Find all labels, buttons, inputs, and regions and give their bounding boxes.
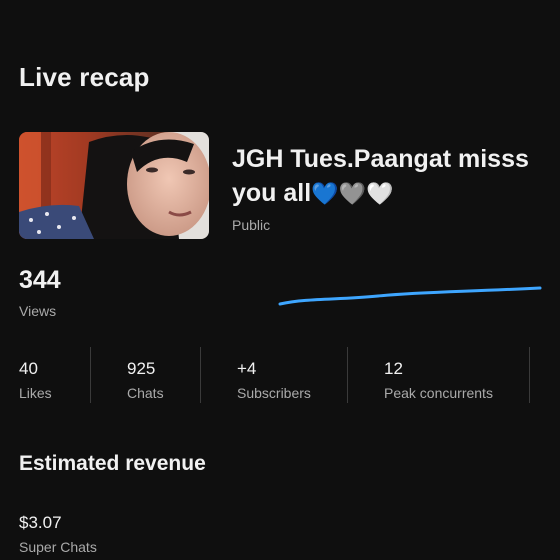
chats-value: 925 (127, 359, 156, 378)
stat-divider (90, 347, 91, 403)
stat-divider (200, 347, 201, 403)
stream-title: JGH Tues.Paangat misss you all💙🩶🤍 (232, 142, 552, 212)
views-label: Views (19, 303, 57, 319)
grey-heart-icon: 🩶 (338, 182, 366, 207)
likes-value: 40 (19, 359, 38, 378)
stat-divider (347, 347, 348, 403)
peak-concurrents-value: 12 (384, 359, 403, 378)
likes-label: Likes (19, 385, 52, 401)
blue-heart-icon: 💙 (311, 182, 339, 207)
chats-label: Chats (127, 385, 164, 401)
white-heart-icon: 🤍 (366, 182, 394, 207)
views-count: 344 (19, 266, 61, 294)
peak-concurrents-label: Peak concurrents (384, 385, 493, 401)
stat-divider (529, 347, 530, 403)
stats-row: 40 Likes 925 Chats +4 Subscribers 12 Pea… (0, 347, 560, 403)
revenue-value: $3.07 (19, 513, 62, 532)
visibility-label: Public (232, 217, 271, 233)
views-sparkline (278, 286, 542, 306)
estimated-revenue-title: Estimated revenue (19, 452, 206, 475)
revenue-label: Super Chats (19, 539, 97, 555)
subscribers-value: +4 (237, 359, 257, 378)
page-title: Live recap (19, 62, 150, 92)
subscribers-label: Subscribers (237, 385, 311, 401)
stream-thumbnail[interactable] (19, 132, 209, 239)
